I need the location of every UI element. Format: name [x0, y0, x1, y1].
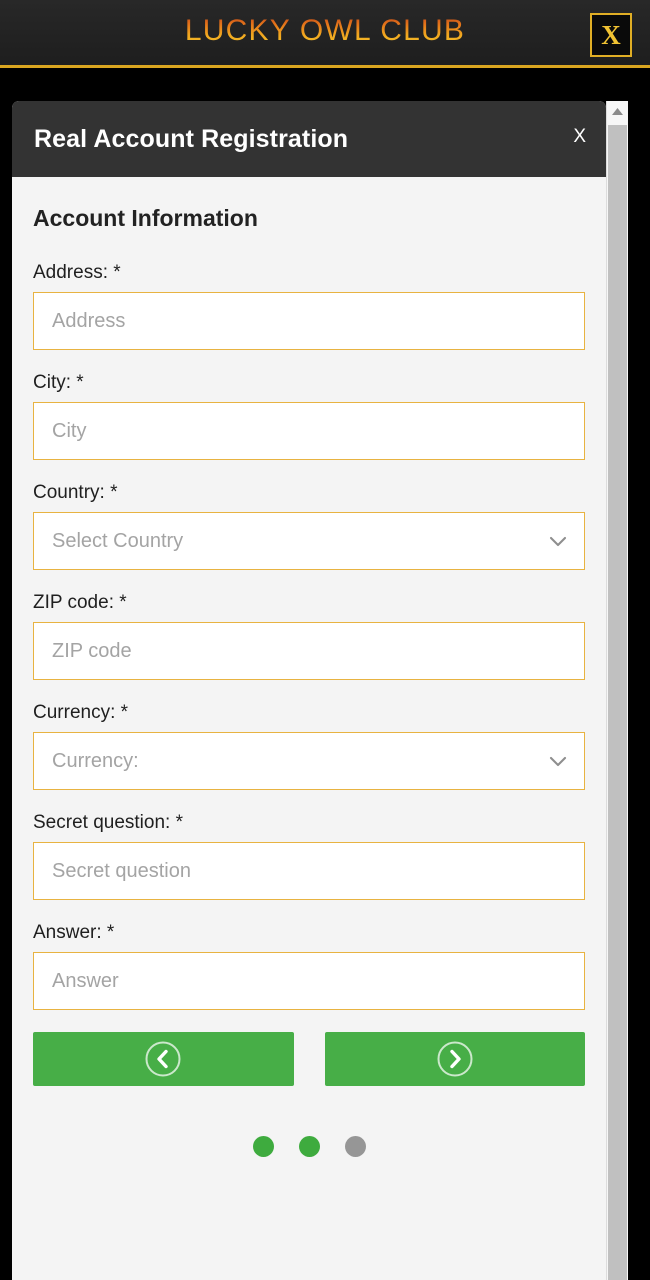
brand-logo: LUCKY OWL CLUB [0, 14, 650, 48]
label-secret-question: Secret question: * [33, 812, 183, 833]
label-country: Country: * [33, 482, 118, 503]
registration-modal: Real Account Registration X Account Info… [12, 101, 606, 1280]
answer-placeholder: Answer [52, 969, 119, 992]
site-header: LUCKY OWL CLUB X [0, 0, 650, 68]
step-dot-1[interactable] [252, 1136, 274, 1157]
step-dot-2[interactable] [298, 1136, 320, 1157]
country-select[interactable]: Select Country [33, 512, 585, 570]
triangle-up-icon [612, 108, 623, 115]
currency-select[interactable]: Currency: [33, 732, 585, 790]
city-input[interactable]: City [33, 402, 585, 460]
previous-step-button[interactable] [33, 1032, 294, 1086]
label-zip-code: ZIP code: * [33, 592, 127, 613]
scroll-up-button[interactable] [607, 101, 628, 122]
address-input[interactable]: Address [33, 292, 585, 350]
field-group-address: Address: * Address [33, 262, 585, 350]
field-group-city: City: * City [33, 372, 585, 460]
next-step-button[interactable] [324, 1032, 585, 1086]
field-group-secret-question: Secret question: * Secret question [33, 812, 585, 900]
field-group-currency: Currency: * Currency: [33, 702, 585, 790]
navigation-buttons [33, 1032, 585, 1086]
field-group-zip-code: ZIP code: * ZIP code [33, 592, 585, 680]
modal-body: Account Information Address: * Address C… [12, 177, 606, 1157]
country-placeholder: Select Country [52, 529, 184, 552]
city-placeholder: City [52, 419, 87, 442]
step-indicator [33, 1136, 585, 1157]
zip-code-input[interactable]: ZIP code [33, 622, 585, 680]
chevron-down-icon [549, 756, 567, 767]
scroll-thumb[interactable] [608, 125, 627, 1280]
label-address: Address: * [33, 262, 121, 283]
chevron-right-circle-icon [437, 1041, 473, 1077]
secret-question-placeholder: Secret question [52, 859, 191, 882]
modal-close-button[interactable]: X [573, 127, 586, 147]
currency-placeholder: Currency: [52, 749, 139, 772]
address-placeholder: Address [52, 309, 126, 332]
chevron-down-icon [549, 536, 567, 547]
modal-scrollbar[interactable] [606, 101, 628, 1280]
close-site-button[interactable]: X [590, 13, 632, 57]
chevron-left-circle-icon [145, 1041, 181, 1077]
label-answer: Answer: * [33, 922, 115, 943]
field-group-answer: Answer: * Answer [33, 922, 585, 1010]
modal-title: Real Account Registration [34, 125, 349, 153]
step-dot-3[interactable] [344, 1136, 366, 1157]
section-title: Account Information [33, 205, 258, 231]
label-city: City: * [33, 372, 84, 393]
modal-header: Real Account Registration X [12, 101, 606, 177]
answer-input[interactable]: Answer [33, 952, 585, 1010]
label-currency: Currency: * [33, 702, 129, 723]
zip-code-placeholder: ZIP code [52, 639, 132, 662]
secret-question-input[interactable]: Secret question [33, 842, 585, 900]
field-group-country: Country: * Select Country [33, 482, 585, 570]
